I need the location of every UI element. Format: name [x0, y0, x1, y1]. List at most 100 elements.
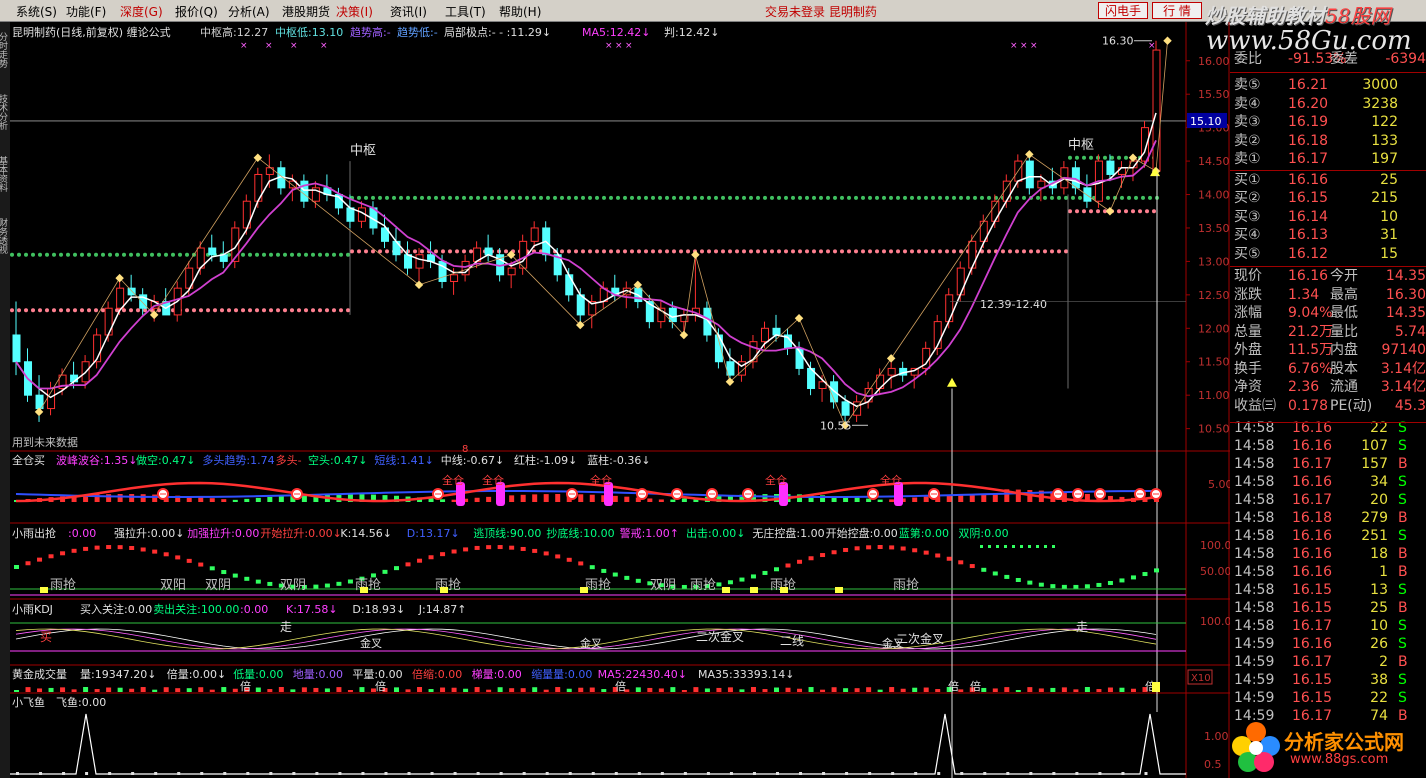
- tick-flag: S: [1398, 582, 1407, 598]
- panel3-axis-mid: 50.00: [1200, 565, 1230, 578]
- zhongshu-low-2-dot: [560, 249, 564, 254]
- tick-volume: 18: [1370, 546, 1388, 562]
- zhongshu-low-2-dot: [1029, 249, 1033, 254]
- menu-item-1[interactable]: 功能(F): [66, 3, 106, 20]
- panel5-volume-bar: [474, 687, 480, 692]
- panel3-dot: [451, 549, 457, 554]
- zhongshu-high-2-dot: [903, 195, 907, 200]
- left-tab-strip: [0, 22, 10, 778]
- panel6-dot: [338, 772, 342, 775]
- menu-item-9[interactable]: 帮助(H): [499, 3, 541, 20]
- quote-separator-3: [1230, 422, 1426, 423]
- tick-row-3: 14:58 16.16 34 S: [1230, 473, 1426, 491]
- panel3-item-5: D:13.17↓: [407, 527, 460, 540]
- zhongshu-low-2-dot: [623, 249, 627, 254]
- panel5-volume-bar: [336, 687, 342, 692]
- tick-price: 16.17: [1292, 654, 1333, 670]
- panel6-dot: [960, 772, 964, 775]
- tick-time: 14:59: [1234, 636, 1275, 652]
- zhongshu-high-2-dot: [658, 195, 662, 200]
- sell-price: 16.19: [1288, 114, 1329, 130]
- zhongshu-high-2-dot: [651, 195, 655, 200]
- menu-item-0[interactable]: 系统(S): [16, 3, 57, 20]
- menu-item-5[interactable]: 港股期货: [282, 3, 330, 20]
- zhongshu-low-2-dot: [756, 249, 760, 254]
- flash-trade-button[interactable]: 闪电手: [1098, 2, 1148, 19]
- panel3-dot: [969, 564, 975, 569]
- sell-row-1: 卖④ 16.20 3238: [1230, 95, 1426, 113]
- zhongshu-low-2-dot: [504, 249, 508, 254]
- menu-item-4[interactable]: 分析(A): [228, 3, 270, 20]
- menu-item-2[interactable]: 深度(G): [120, 3, 163, 20]
- candle-body: [968, 240, 977, 269]
- zhongshu-low-1-dot: [10, 308, 14, 313]
- zhongshu-high-1-dot: [143, 252, 147, 257]
- price-tick-0: 16.00: [1198, 55, 1230, 68]
- zhongshu-high-3-dot: [1117, 155, 1121, 160]
- zhongshu-low-1-dot: [185, 308, 189, 313]
- zhongshu-low-2-dot: [1015, 249, 1019, 254]
- panel4-sell-label: 走: [280, 620, 292, 634]
- zhongshu-low-1-dot: [318, 308, 322, 313]
- tick-flag: B: [1398, 600, 1408, 616]
- zhongshu-high-2-dot: [833, 195, 837, 200]
- zhongshu-low-2-dot: [350, 249, 354, 254]
- panel6-dot: [545, 772, 549, 775]
- panel6-fish-line: [10, 713, 1186, 775]
- zhongshu-low-2-dot: [357, 249, 361, 254]
- market-button[interactable]: 行 情: [1152, 2, 1202, 19]
- zhongshu-high-2-dot: [952, 195, 956, 200]
- zhongshu-low-2-dot: [924, 249, 928, 254]
- panel2-bar: [923, 496, 929, 502]
- stat-label-2: 内盘: [1330, 342, 1358, 358]
- tick-volume: 20: [1370, 492, 1388, 508]
- header-item-1: 中枢低:13.10: [275, 25, 343, 39]
- zhongshu-low-1-dot: [38, 308, 42, 313]
- chart-area[interactable]: 分时走势技术分析基本资料财务透视16.0015.5015.0014.5014.0…: [0, 22, 1230, 778]
- panel3-yellow-mark: [722, 587, 730, 593]
- zhongshu-high-1-dot: [122, 252, 126, 257]
- panel2-bar: [854, 497, 860, 502]
- panel5-volume-bar: [48, 687, 54, 692]
- panel3-dot: [727, 580, 733, 585]
- zhongshu-high-1-dot: [290, 252, 294, 257]
- menu-item-6[interactable]: 决策(I): [336, 3, 373, 20]
- panel3-dot: [347, 579, 353, 584]
- left-tab-0[interactable]: 分时走势: [0, 32, 8, 69]
- left-tab-3[interactable]: 财务透视: [0, 217, 8, 255]
- zhongshu-low-2-dot: [735, 249, 739, 254]
- tick-flag: S: [1398, 690, 1407, 706]
- zhongshu-low-2-dot: [882, 249, 886, 254]
- panel5-axis: X10: [1191, 673, 1211, 684]
- menu-item-3[interactable]: 报价(Q): [175, 3, 218, 20]
- zhongshu-high-2-dot: [1106, 195, 1110, 200]
- pivot-marker: [414, 280, 424, 290]
- panel3-dot: [405, 562, 411, 567]
- panel2-item-7: 红柱:-1.09↓: [514, 453, 577, 467]
- zhongshu-high-1-dot: [87, 252, 91, 257]
- menu-item-8[interactable]: 工具(T): [445, 3, 486, 20]
- zhongshu-low-1-dot: [87, 308, 91, 313]
- zhongshu-high-2-dot: [448, 195, 452, 200]
- panel5-volume-bar: [1084, 687, 1090, 692]
- top-marker: ×: [1148, 41, 1156, 51]
- panel5-volume-bar: [785, 687, 791, 692]
- panel4-item-5: J:14.87↑: [418, 603, 467, 616]
- zhongshu-high-2-dot: [399, 195, 403, 200]
- panel5-volume-bar: [1119, 687, 1125, 692]
- panel2-bar: [520, 494, 526, 502]
- zhongshu-high-1-dot: [346, 252, 350, 257]
- panel3-dot: [555, 554, 561, 559]
- zhongshu-low-3-dot: [1124, 209, 1128, 214]
- menu-item-7[interactable]: 资讯(I): [390, 3, 427, 20]
- panel5-mark: 倍: [615, 679, 626, 693]
- buy-price: 16.13: [1288, 227, 1329, 243]
- stat-value: 0.178: [1288, 397, 1329, 414]
- left-tab-1[interactable]: 技术分析: [0, 93, 8, 131]
- panel3-yellow-mark: [40, 587, 48, 593]
- left-tab-2[interactable]: 基本资料: [0, 155, 8, 193]
- zhongshu-low-3-dot: [1152, 209, 1156, 214]
- zhongshu-low-2-dot: [700, 249, 704, 254]
- zhongshu-low-2-dot: [917, 249, 921, 254]
- panel3-dot: [578, 561, 584, 566]
